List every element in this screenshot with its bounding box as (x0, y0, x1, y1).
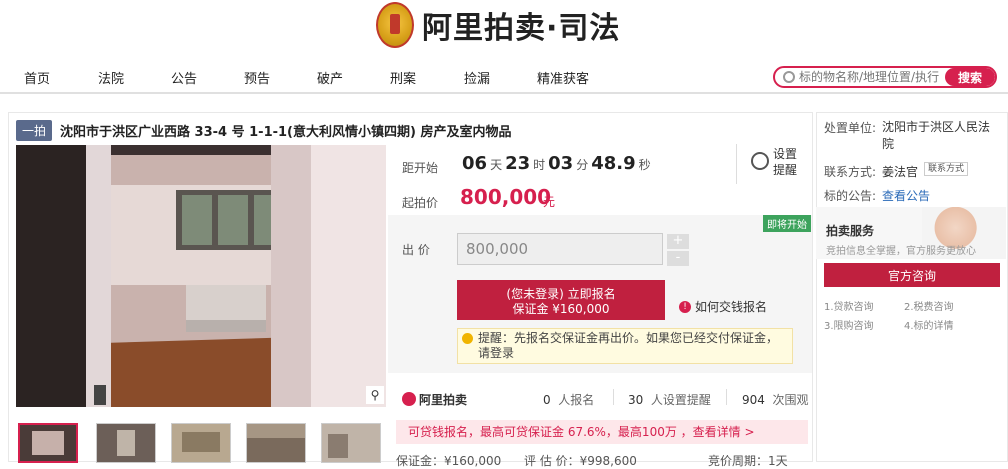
view-number: 904 (742, 393, 765, 407)
court-label: 处置单位: (824, 121, 877, 135)
brand-name: 阿里拍卖·司法 (422, 11, 621, 46)
reminder-count: 30 人设置提醒 (628, 391, 711, 408)
bid-increase-button[interactable]: + (667, 234, 689, 249)
bulb-icon (462, 333, 473, 344)
thumbnail-3[interactable] (171, 423, 231, 463)
signup-number: 0 (543, 393, 551, 407)
service-subtitle: 竞拍信息全掌握，官方服务更放心 (826, 246, 976, 257)
signup-line2: 保证金 ¥160,000 (512, 302, 610, 316)
service-title: 拍卖服务 (826, 224, 875, 238)
view-count-label: 次围观 (772, 393, 809, 407)
bidding-cycle-info: 竞价周期：1天 (708, 454, 788, 468)
hours-unit: 时 (533, 158, 546, 172)
search-icon (783, 71, 795, 83)
status-badge: 即将开始 (763, 215, 811, 232)
how-to-pay-link[interactable]: ! 如何交钱报名 (679, 298, 767, 315)
contact-label: 联系方式: (824, 165, 877, 179)
days-unit: 天 (490, 158, 503, 172)
nav-bargain[interactable]: 捡漏 (464, 68, 490, 87)
contact-name: 姜法官 (882, 165, 919, 179)
contact-phone-button[interactable]: 联系方式 (924, 162, 969, 176)
login-tip-text: 提醒：先报名交保证金再出价。如果您已经交付保证金，请登录 (478, 331, 779, 360)
search-button[interactable]: 搜索 (945, 68, 995, 86)
search-bar: 搜索 (773, 66, 997, 88)
signup-count: 0 人报名 (543, 391, 594, 408)
ali-auction-brand: 阿里拍卖 (419, 392, 468, 407)
nav-customer[interactable]: 精准获客 (537, 68, 589, 87)
countdown-hours: 23 (505, 153, 531, 174)
how-to-pay-label: 如何交钱报名 (695, 300, 768, 314)
ali-auction-icon (402, 392, 416, 406)
zoom-icon[interactable]: ⚲ (366, 386, 384, 404)
tax-consult-link[interactable]: 2.税费咨询 (904, 298, 954, 313)
login-tip: 提醒：先报名交保证金再出价。如果您已经交付保证金，请登录 (457, 328, 793, 364)
countdown-days: 06 (462, 153, 488, 174)
nav-notice[interactable]: 公告 (171, 68, 197, 87)
start-price-label: 起拍价 (402, 196, 439, 210)
reminder-number: 30 (628, 393, 644, 407)
nav-bankruptcy[interactable]: 破产 (317, 68, 343, 87)
purchase-limit-link[interactable]: 3.限购咨询 (824, 317, 874, 332)
auction-round-badge: 一拍 (16, 120, 53, 141)
countdown-minutes: 03 (548, 153, 574, 174)
official-consult-button[interactable]: 官方咨询 (824, 263, 1000, 287)
thumbnail-4[interactable] (246, 423, 306, 463)
notice-label: 标的公告: (824, 189, 877, 203)
thumbnail-5[interactable] (321, 423, 381, 463)
nav-criminal[interactable]: 刑案 (390, 68, 416, 87)
reminder-count-label: 人设置提醒 (650, 393, 711, 407)
main-photo[interactable] (16, 145, 386, 407)
signup-button[interactable]: (您未登录) 立即报名 保证金 ¥160,000 (457, 280, 665, 320)
court-emblem-icon (376, 2, 414, 48)
signup-line1: (您未登录) 立即报名 (506, 287, 616, 301)
alarm-clock-icon[interactable] (751, 152, 769, 170)
search-input[interactable] (799, 70, 939, 84)
remind-divider (736, 144, 751, 184)
bid-label: 出 价 (402, 243, 430, 257)
minutes-unit: 分 (576, 158, 589, 172)
bid-decrease-button[interactable]: - (667, 251, 689, 266)
loan-banner[interactable]: 可贷钱报名，最高可贷保证金 67.6%，最高100万 ，查看详情 > (396, 420, 808, 444)
start-price-value: 800,000 (460, 185, 552, 209)
set-reminder-button[interactable]: 设置提醒 (773, 146, 803, 178)
court-name: 沈阳市于洪区人民法院 (882, 120, 991, 151)
site-logo[interactable]: 阿里拍卖·司法 (376, 2, 620, 48)
assessed-price-info: 评 估 价：¥998,600 (524, 454, 637, 468)
info-icon: ! (679, 300, 691, 313)
nav-preview[interactable]: 预告 (244, 68, 270, 87)
countdown-seconds: 48.9 (591, 153, 636, 174)
item-details-link[interactable]: 4.标的详情 (904, 317, 954, 332)
view-notice-link[interactable]: 查看公告 (882, 187, 930, 204)
thumbnail-2[interactable] (96, 423, 156, 463)
loan-consult-link[interactable]: 1.贷款咨询 (824, 298, 874, 313)
countdown-timer: 06 天 23 时 03 分 48.9 秒 (462, 153, 651, 174)
view-count: 904 次围观 (742, 391, 809, 408)
item-title-bar: 一拍 沈阳市于洪区广业西路 33-4 号 1-1-1(意大利风情小镇四期) 房产… (16, 120, 511, 141)
countdown-label: 距开始 (402, 161, 439, 175)
seconds-unit: 秒 (638, 158, 651, 172)
nav-court[interactable]: 法院 (98, 68, 124, 87)
stats-divider (613, 389, 614, 405)
stats-divider (726, 389, 727, 405)
deposit-info: 保证金：¥160,000 (396, 454, 502, 468)
item-title: 沈阳市于洪区广业西路 33-4 号 1-1-1(意大利风情小镇四期) 房产及室内… (60, 125, 512, 140)
nav-home[interactable]: 首页 (24, 68, 50, 87)
start-price-unit: 元 (543, 195, 556, 209)
bid-amount-input[interactable] (457, 233, 663, 265)
thumbnail-1[interactable] (18, 423, 78, 463)
signup-count-label: 人报名 (558, 393, 595, 407)
